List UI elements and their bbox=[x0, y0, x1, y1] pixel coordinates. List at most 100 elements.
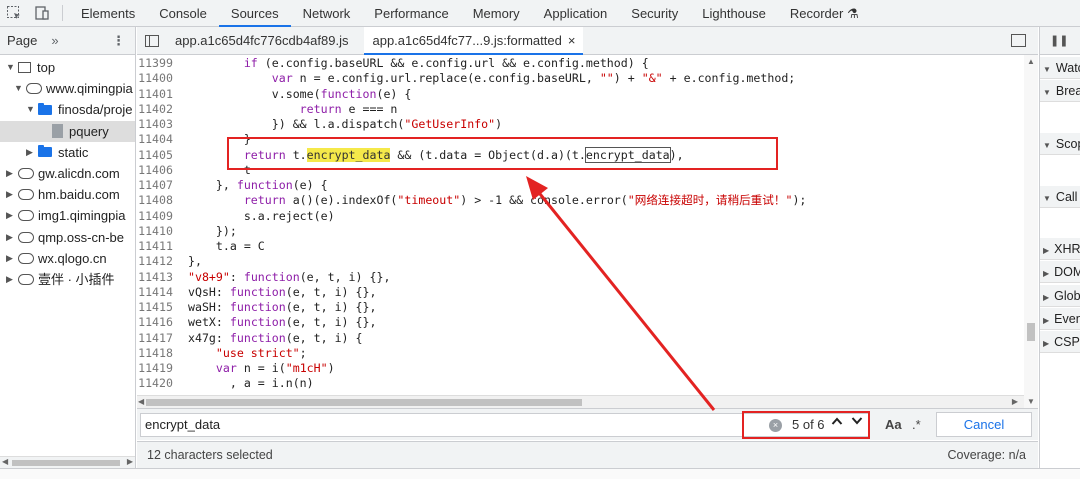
cancel-button[interactable]: Cancel bbox=[936, 412, 1032, 437]
section-global[interactable]: ▶ Global Listeners bbox=[1040, 285, 1080, 307]
scroll-right-icon[interactable]: ▶ bbox=[1012, 397, 1018, 406]
collapse-arrow-icon[interactable]: ▶ bbox=[6, 205, 18, 226]
code-line[interactable]: 11415 waSH: function(e, t, i) {}, bbox=[137, 300, 1024, 315]
inspect-element-icon[interactable] bbox=[0, 0, 28, 27]
tab-security[interactable]: Security bbox=[619, 0, 690, 27]
code-line[interactable]: 11407 }, function(e) { bbox=[137, 178, 1024, 193]
code-line[interactable]: 11409 s.a.reject(e) bbox=[137, 209, 1024, 224]
line-number[interactable]: 11404 bbox=[137, 132, 181, 147]
collapse-arrow-icon[interactable]: ▶ bbox=[6, 227, 18, 248]
scrollbar-thumb[interactable] bbox=[146, 399, 582, 406]
tree-item[interactable]: ▶ qmp.oss-cn-be bbox=[6, 227, 124, 248]
line-number[interactable]: 11401 bbox=[137, 87, 181, 102]
expand-arrow-icon[interactable]: ▼ bbox=[14, 78, 26, 99]
collapse-arrow-icon[interactable]: ▶ bbox=[6, 184, 18, 205]
code-line[interactable]: 11420 , a = i.n(n) bbox=[137, 376, 1024, 391]
code-line[interactable]: 11413 "v8+9": function(e, t, i) {}, bbox=[137, 270, 1024, 285]
more-tabs-icon[interactable]: » bbox=[51, 33, 58, 48]
code-line[interactable]: 11414 vQsH: function(e, t, i) {}, bbox=[137, 285, 1024, 300]
section-csp[interactable]: ▶ CSP Violation Breakpoints bbox=[1040, 331, 1080, 353]
code-line[interactable]: 11401 v.some(function(e) { bbox=[137, 87, 1024, 102]
tree-item[interactable]: pquery bbox=[0, 120, 135, 142]
tree-item[interactable]: ▼ finosda/proje bbox=[26, 99, 132, 120]
line-number[interactable]: 11399 bbox=[137, 56, 181, 71]
code-line[interactable]: 11408 return a()(e).indexOf("timeout") >… bbox=[137, 193, 1024, 208]
code-line[interactable]: 11402 return e === n bbox=[137, 102, 1024, 117]
tab-application[interactable]: Application bbox=[532, 0, 620, 27]
clear-search-icon[interactable]: × bbox=[769, 419, 782, 432]
section-call[interactable]: ▼ Call Stack bbox=[1040, 186, 1080, 208]
collapse-arrow-icon[interactable]: ▶ bbox=[6, 248, 18, 269]
tree-item[interactable]: ▶ gw.alicdn.com bbox=[6, 163, 120, 184]
line-number[interactable]: 11419 bbox=[137, 361, 181, 376]
code-horizontal-scrollbar[interactable]: ◀ ▶ bbox=[137, 395, 1024, 408]
line-number[interactable]: 11420 bbox=[137, 376, 181, 391]
tab-console[interactable]: Console bbox=[147, 0, 219, 27]
collapse-arrow-icon[interactable]: ▶ bbox=[26, 142, 38, 163]
toggle-navigator-icon[interactable] bbox=[137, 27, 167, 55]
previous-match-button[interactable] bbox=[831, 415, 843, 429]
code-line[interactable]: 11411 t.a = C bbox=[137, 239, 1024, 254]
line-number[interactable]: 11411 bbox=[137, 239, 181, 254]
code-line[interactable]: 11410 }); bbox=[137, 224, 1024, 239]
section-xhr-fetch[interactable]: ▶ XHR/fetch Breakpoints bbox=[1040, 238, 1080, 260]
line-number[interactable]: 11413 bbox=[137, 270, 181, 285]
navigator-menu-icon[interactable]: ⋮ bbox=[112, 33, 125, 49]
tree-item[interactable]: ▶ img1.qimingpia bbox=[6, 205, 125, 226]
line-number[interactable]: 11418 bbox=[137, 346, 181, 361]
file-tab[interactable]: app.a1c65d4fc776cdb4af89.js bbox=[167, 27, 356, 55]
code-line[interactable]: 11419 var n = i("m1cH") bbox=[137, 361, 1024, 376]
line-number[interactable]: 11415 bbox=[137, 300, 181, 315]
line-number[interactable]: 11402 bbox=[137, 102, 181, 117]
code-line[interactable]: 11403 }) && l.a.dispatch("GetUserInfo") bbox=[137, 117, 1024, 132]
scroll-down-icon[interactable]: ▼ bbox=[1027, 397, 1035, 406]
pause-icon[interactable]: ❚❚ bbox=[1050, 34, 1068, 47]
code-line[interactable]: 11399 if (e.config.baseURL && e.config.u… bbox=[137, 56, 1024, 71]
line-number[interactable]: 11406 bbox=[137, 163, 181, 178]
code-vertical-scrollbar[interactable]: ▲ ▼ bbox=[1024, 55, 1038, 408]
match-case-button[interactable]: Aa bbox=[885, 417, 902, 432]
scroll-up-icon[interactable]: ▲ bbox=[1027, 57, 1035, 66]
collapse-arrow-icon[interactable]: ▶ bbox=[6, 163, 18, 184]
expand-arrow-icon[interactable]: ▼ bbox=[26, 99, 38, 120]
code-line[interactable]: 11417 x47g: function(e, t, i) { bbox=[137, 331, 1024, 346]
scroll-left-icon[interactable]: ◀ bbox=[2, 457, 8, 466]
tab-page[interactable]: Page bbox=[7, 33, 37, 48]
next-match-button[interactable] bbox=[851, 415, 863, 429]
tree-item[interactable]: ▼ top bbox=[6, 57, 55, 78]
tree-item[interactable]: ▶ wx.qlogo.cn bbox=[6, 248, 107, 269]
line-number[interactable]: 11412 bbox=[137, 254, 181, 269]
close-tab-icon[interactable]: × bbox=[568, 33, 576, 48]
scrollbar-thumb[interactable] bbox=[1027, 323, 1035, 341]
tree-item[interactable]: ▶ hm.baidu.com bbox=[6, 184, 120, 205]
line-number[interactable]: 11403 bbox=[137, 117, 181, 132]
line-number[interactable]: 11408 bbox=[137, 193, 181, 208]
device-toolbar-icon[interactable] bbox=[28, 0, 56, 27]
tree-item[interactable]: ▼ www.qimingpia bbox=[14, 78, 133, 99]
tab-performance[interactable]: Performance bbox=[362, 0, 460, 27]
tab-lighthouse[interactable]: Lighthouse bbox=[690, 0, 778, 27]
tab-network[interactable]: Network bbox=[291, 0, 363, 27]
section-breakpoints[interactable]: ▼ Breakpoints bbox=[1040, 80, 1080, 102]
file-tab[interactable]: app.a1c65d4fc77...9.js:formatted × bbox=[364, 26, 584, 55]
section-dom[interactable]: ▶ DOM Breakpoints bbox=[1040, 261, 1080, 283]
line-number[interactable]: 11416 bbox=[137, 315, 181, 330]
code-line[interactable]: 11400 var n = e.config.url.replace(e.con… bbox=[137, 71, 1024, 86]
tab-sources[interactable]: Sources bbox=[218, 0, 291, 27]
code-line[interactable]: 11412 }, bbox=[137, 254, 1024, 269]
line-number[interactable]: 11405 bbox=[137, 148, 181, 163]
scroll-left-icon[interactable]: ◀ bbox=[138, 397, 144, 406]
line-number[interactable]: 11407 bbox=[137, 178, 181, 193]
tree-item[interactable]: ▶ static bbox=[26, 142, 88, 163]
section-event[interactable]: ▶ Event Listener Breakpoints bbox=[1040, 308, 1080, 330]
toggle-debugger-icon[interactable] bbox=[1011, 34, 1026, 47]
code-view[interactable]: 11399 if (e.config.baseURL && e.config.u… bbox=[137, 55, 1024, 395]
line-number[interactable]: 11400 bbox=[137, 71, 181, 86]
regex-button[interactable]: .* bbox=[912, 417, 921, 432]
line-number[interactable]: 11417 bbox=[137, 331, 181, 346]
code-line[interactable]: 11416 wetX: function(e, t, i) {}, bbox=[137, 315, 1024, 330]
collapse-arrow-icon[interactable]: ▶ bbox=[6, 269, 18, 290]
tab-elements[interactable]: Elements bbox=[69, 0, 147, 27]
scroll-right-icon[interactable]: ▶ bbox=[127, 457, 133, 466]
line-number[interactable]: 11410 bbox=[137, 224, 181, 239]
